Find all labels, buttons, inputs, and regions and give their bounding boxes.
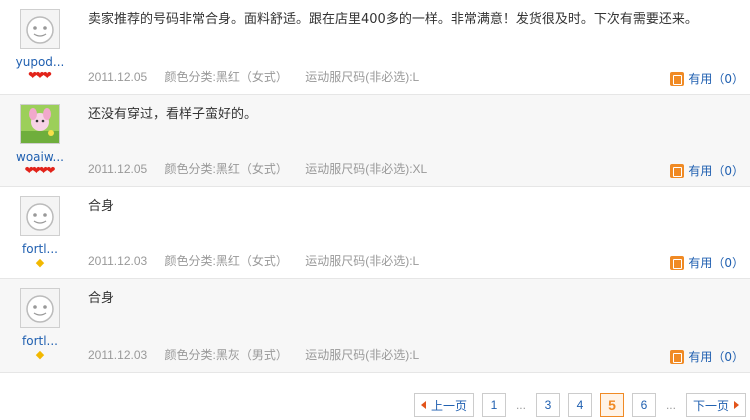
pagination: 上一页 1 ... 3 4 5 6 ... 下一页 (413, 393, 746, 417)
thumbs-up-icon (670, 71, 685, 86)
heart-icon: ❤ (46, 164, 56, 177)
prev-page-label: 上一页 (430, 398, 467, 413)
reviewer-username[interactable]: yupod... (6, 55, 74, 69)
review-meta: 2011.12.03 颜色分类:黑灰（男式） 运动服尺码(非必选):L (88, 346, 433, 363)
review-date: 2011.12.03 (88, 348, 148, 362)
page-ellipsis: ... (515, 398, 526, 412)
useful-button[interactable]: 有用（0） (670, 348, 744, 365)
reviewer-info: fortl... ◆ (0, 279, 80, 372)
reviewer-username[interactable]: fortl... (6, 334, 74, 348)
diamond-icon: ◆ (35, 348, 45, 361)
review-size: 运动服尺码(非必选):L (305, 348, 420, 362)
review-color: 颜色分类:黑灰（男式） (164, 348, 288, 362)
review-size: 运动服尺码(非必选):XL (305, 162, 428, 176)
default-avatar-icon (21, 289, 59, 327)
review-size: 运动服尺码(非必选):L (305, 254, 420, 268)
review-text: 卖家推荐的号码非常合身。面料舒适。跟在店里400多的一样。非常满意！发货很及时。… (88, 12, 698, 27)
thumbs-up-icon (670, 163, 685, 178)
reviewer-rank: ❤❤❤❤ (0, 165, 80, 177)
review-color: 颜色分类:黑红（女式） (164, 70, 288, 84)
review-color: 颜色分类:黑红（女式） (164, 162, 288, 176)
review-size: 运动服尺码(非必选):L (305, 70, 420, 84)
avatar[interactable] (20, 196, 60, 236)
review-meta: 2011.12.03 颜色分类:黑红（女式） 运动服尺码(非必选):L (88, 252, 433, 269)
diamond-icon: ◆ (35, 256, 45, 269)
page-link[interactable]: 1 (481, 393, 506, 417)
next-page-label: 下一页 (692, 398, 729, 413)
review-item: fortl... ◆ 合身 2011.12.03 颜色分类:黑灰（男式） 运动服… (0, 279, 750, 373)
page-link[interactable]: 3 (535, 393, 560, 417)
reviewer-info: yupod... ❤❤❤ (0, 0, 80, 94)
reviewer-username[interactable]: fortl... (6, 242, 74, 256)
reviewer-rank: ◆ (0, 349, 80, 361)
useful-button[interactable]: 有用（0） (670, 254, 744, 271)
thumbs-up-icon (670, 255, 685, 270)
review-item: woaiw... ❤❤❤❤ 还没有穿过，看样子蛮好的。 2011.12.05 颜… (0, 95, 750, 187)
review-text: 还没有穿过，看样子蛮好的。 (88, 107, 258, 122)
avatar[interactable] (20, 288, 60, 328)
current-page: 5 (599, 393, 624, 417)
useful-button[interactable]: 有用（0） (670, 162, 744, 179)
useful-label: 有用（0） (688, 72, 744, 86)
cartoon-avatar-icon (21, 105, 59, 143)
reviewer-username[interactable]: woaiw... (6, 150, 74, 164)
thumbs-up-icon (670, 349, 685, 364)
useful-label: 有用（0） (688, 350, 744, 364)
review-meta: 2011.12.05 颜色分类:黑红（女式） 运动服尺码(非必选):L (88, 68, 433, 85)
page-ellipsis: ... (665, 398, 676, 412)
arrow-right-icon (734, 401, 739, 409)
avatar[interactable] (20, 104, 60, 144)
review-date: 2011.12.03 (88, 254, 148, 268)
next-page-button[interactable]: 下一页 (685, 393, 746, 417)
review-text: 合身 (88, 291, 115, 306)
useful-button[interactable]: 有用（0） (670, 70, 744, 87)
reviewer-info: woaiw... ❤❤❤❤ (0, 95, 80, 186)
default-avatar-icon (21, 197, 59, 235)
review-date: 2011.12.05 (88, 70, 148, 84)
reviewer-rank: ◆ (0, 257, 80, 269)
default-avatar-icon (21, 10, 59, 48)
reviewer-info: fortl... ◆ (0, 187, 80, 278)
arrow-left-icon (420, 401, 426, 409)
review-color: 颜色分类:黑红（女式） (164, 254, 288, 268)
useful-label: 有用（0） (688, 256, 744, 270)
review-meta: 2011.12.05 颜色分类:黑红（女式） 运动服尺码(非必选):XL (88, 160, 441, 177)
review-item: yupod... ❤❤❤ 卖家推荐的号码非常合身。面料舒适。跟在店里400多的一… (0, 0, 750, 95)
review-text: 合身 (88, 199, 115, 214)
heart-icon: ❤ (42, 69, 52, 82)
review-list: yupod... ❤❤❤ 卖家推荐的号码非常合身。面料舒适。跟在店里400多的一… (0, 0, 750, 373)
page-link[interactable]: 6 (631, 393, 656, 417)
prev-page-button[interactable]: 上一页 (413, 393, 474, 417)
reviewer-rank: ❤❤❤ (0, 70, 80, 82)
useful-label: 有用（0） (688, 164, 744, 178)
review-item: fortl... ◆ 合身 2011.12.03 颜色分类:黑红（女式） 运动服… (0, 187, 750, 279)
avatar[interactable] (20, 9, 60, 49)
page-link[interactable]: 4 (567, 393, 592, 417)
review-date: 2011.12.05 (88, 162, 148, 176)
